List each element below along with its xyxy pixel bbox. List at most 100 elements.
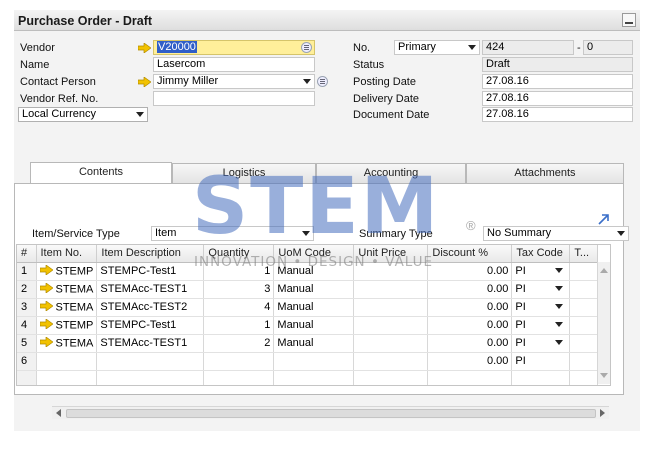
table-row[interactable]: 2 STEMA STEMAcc-TEST1 3 Manual 0.00 PI: [17, 280, 599, 299]
extra-cell[interactable]: [569, 280, 599, 299]
unit-price-cell[interactable]: [353, 262, 429, 281]
item-link-arrow-icon[interactable]: [39, 317, 54, 332]
unit-price-cell[interactable]: [353, 280, 429, 299]
quantity-cell[interactable]: 3: [203, 280, 275, 299]
extra-cell[interactable]: [569, 262, 599, 281]
chevron-down-icon[interactable]: [555, 321, 564, 327]
tab-contents[interactable]: Contents: [30, 162, 172, 184]
discount-cell[interactable]: 0.00: [427, 298, 513, 317]
quantity-cell[interactable]: 2: [203, 334, 275, 353]
item-link-arrow-icon[interactable]: [39, 263, 54, 278]
extra-cell[interactable]: [569, 352, 599, 371]
tax-code-cell[interactable]: PI: [511, 352, 571, 371]
contact-dropdown[interactable]: Jimmy Miller: [153, 74, 315, 89]
column-header-truncated[interactable]: T...: [569, 245, 599, 263]
vendor-link-arrow-icon[interactable]: [138, 43, 151, 53]
item-description-cell[interactable]: STEMPC-Test1: [96, 316, 205, 335]
table-row[interactable]: 5 STEMA STEMAcc-TEST1 2 Manual 0.00 PI: [17, 334, 599, 353]
quantity-cell[interactable]: [203, 352, 275, 371]
contact-details-icon[interactable]: [317, 76, 328, 87]
table-row[interactable]: 4 STEMP STEMPC-Test1 1 Manual 0.00 PI: [17, 316, 599, 335]
discount-cell[interactable]: 0.00: [427, 316, 513, 335]
extra-cell[interactable]: [569, 334, 599, 353]
tax-code-cell[interactable]: PI: [511, 334, 571, 353]
extra-cell[interactable]: [569, 298, 599, 317]
vendor-field[interactable]: V20000: [153, 40, 315, 55]
column-header-quantity[interactable]: Quantity: [203, 245, 275, 263]
vendor-ref-field[interactable]: [153, 91, 315, 106]
scrollbar-thumb[interactable]: [66, 409, 596, 418]
chevron-down-icon[interactable]: [555, 285, 564, 291]
item-no-cell[interactable]: STEMA: [36, 280, 98, 299]
row-number-cell[interactable]: 1: [17, 262, 37, 281]
vertical-scrollbar[interactable]: [597, 262, 610, 384]
item-no-cell[interactable]: [36, 352, 98, 371]
expand-table-icon[interactable]: [597, 213, 610, 226]
item-link-arrow-icon[interactable]: [39, 299, 54, 314]
quantity-cell[interactable]: 4: [203, 298, 275, 317]
item-no-cell[interactable]: STEMA: [36, 298, 98, 317]
contact-link-arrow-icon[interactable]: [138, 77, 151, 87]
item-link-arrow-icon[interactable]: [39, 281, 54, 296]
scroll-up-icon[interactable]: [600, 268, 608, 273]
extra-cell[interactable]: [569, 316, 599, 335]
tab-attachments[interactable]: Attachments: [466, 163, 624, 183]
series-dropdown[interactable]: Primary: [394, 40, 480, 55]
uom-code-cell[interactable]: Manual: [273, 280, 355, 299]
minimize-button[interactable]: [622, 13, 636, 27]
item-no-cell[interactable]: STEMP: [36, 262, 98, 281]
column-header-item-no[interactable]: Item No.: [36, 245, 98, 263]
item-link-arrow-icon[interactable]: [39, 335, 54, 350]
choose-from-list-icon[interactable]: [301, 42, 312, 53]
item-description-cell[interactable]: STEMAcc-TEST1: [96, 334, 205, 353]
delivery-date-field[interactable]: 27.08.16: [482, 91, 633, 106]
scroll-down-icon[interactable]: [600, 373, 608, 378]
column-header-tax-code[interactable]: Tax Code: [511, 245, 571, 263]
quantity-cell[interactable]: 1: [203, 316, 275, 335]
tab-logistics[interactable]: Logistics: [172, 163, 316, 183]
item-description-cell[interactable]: STEMAcc-TEST1: [96, 280, 205, 299]
tax-code-cell[interactable]: PI: [511, 262, 571, 281]
uom-code-cell[interactable]: Manual: [273, 262, 355, 281]
row-number-cell[interactable]: 4: [17, 316, 37, 335]
name-field[interactable]: Lasercom: [153, 57, 315, 72]
uom-code-cell[interactable]: [273, 352, 355, 371]
unit-price-cell[interactable]: [353, 298, 429, 317]
row-number-cell[interactable]: 6: [17, 352, 37, 371]
horizontal-scrollbar[interactable]: [52, 406, 609, 419]
column-header-uom-code[interactable]: UoM Code: [273, 245, 355, 263]
table-row[interactable]: 6 0.00 PI: [17, 352, 599, 371]
currency-dropdown[interactable]: Local Currency: [18, 107, 148, 122]
item-type-dropdown[interactable]: Item: [151, 226, 314, 241]
summary-type-dropdown[interactable]: No Summary: [483, 226, 629, 241]
unit-price-cell[interactable]: [353, 334, 429, 353]
row-number-cell[interactable]: 3: [17, 298, 37, 317]
item-no-cell[interactable]: STEMP: [36, 316, 98, 335]
column-header-item-description[interactable]: Item Description: [96, 245, 205, 263]
scroll-left-icon[interactable]: [56, 409, 61, 417]
column-header-discount[interactable]: Discount %: [427, 245, 513, 263]
item-description-cell[interactable]: STEMPC-Test1: [96, 262, 205, 281]
tax-code-cell[interactable]: PI: [511, 298, 571, 317]
document-date-field[interactable]: 27.08.16: [482, 107, 633, 122]
discount-cell[interactable]: 0.00: [427, 352, 513, 371]
row-number-cell[interactable]: 2: [17, 280, 37, 299]
chevron-down-icon[interactable]: [555, 267, 564, 273]
unit-price-cell[interactable]: [353, 352, 429, 371]
column-header-unit-price[interactable]: Unit Price: [353, 245, 429, 263]
discount-cell[interactable]: 0.00: [427, 334, 513, 353]
uom-code-cell[interactable]: Manual: [273, 298, 355, 317]
unit-price-cell[interactable]: [353, 316, 429, 335]
discount-cell[interactable]: 0.00: [427, 262, 513, 281]
column-header-row-number[interactable]: #: [17, 245, 37, 263]
item-description-cell[interactable]: STEMAcc-TEST2: [96, 298, 205, 317]
tab-accounting[interactable]: Accounting: [316, 163, 466, 183]
table-row[interactable]: 1 STEMP STEMPC-Test1 1 Manual 0.00 PI: [17, 262, 599, 281]
tax-code-cell[interactable]: PI: [511, 316, 571, 335]
posting-date-field[interactable]: 27.08.16: [482, 74, 633, 89]
tax-code-cell[interactable]: PI: [511, 280, 571, 299]
item-no-cell[interactable]: STEMA: [36, 334, 98, 353]
chevron-down-icon[interactable]: [555, 303, 564, 309]
quantity-cell[interactable]: 1: [203, 262, 275, 281]
scroll-right-icon[interactable]: [600, 409, 605, 417]
